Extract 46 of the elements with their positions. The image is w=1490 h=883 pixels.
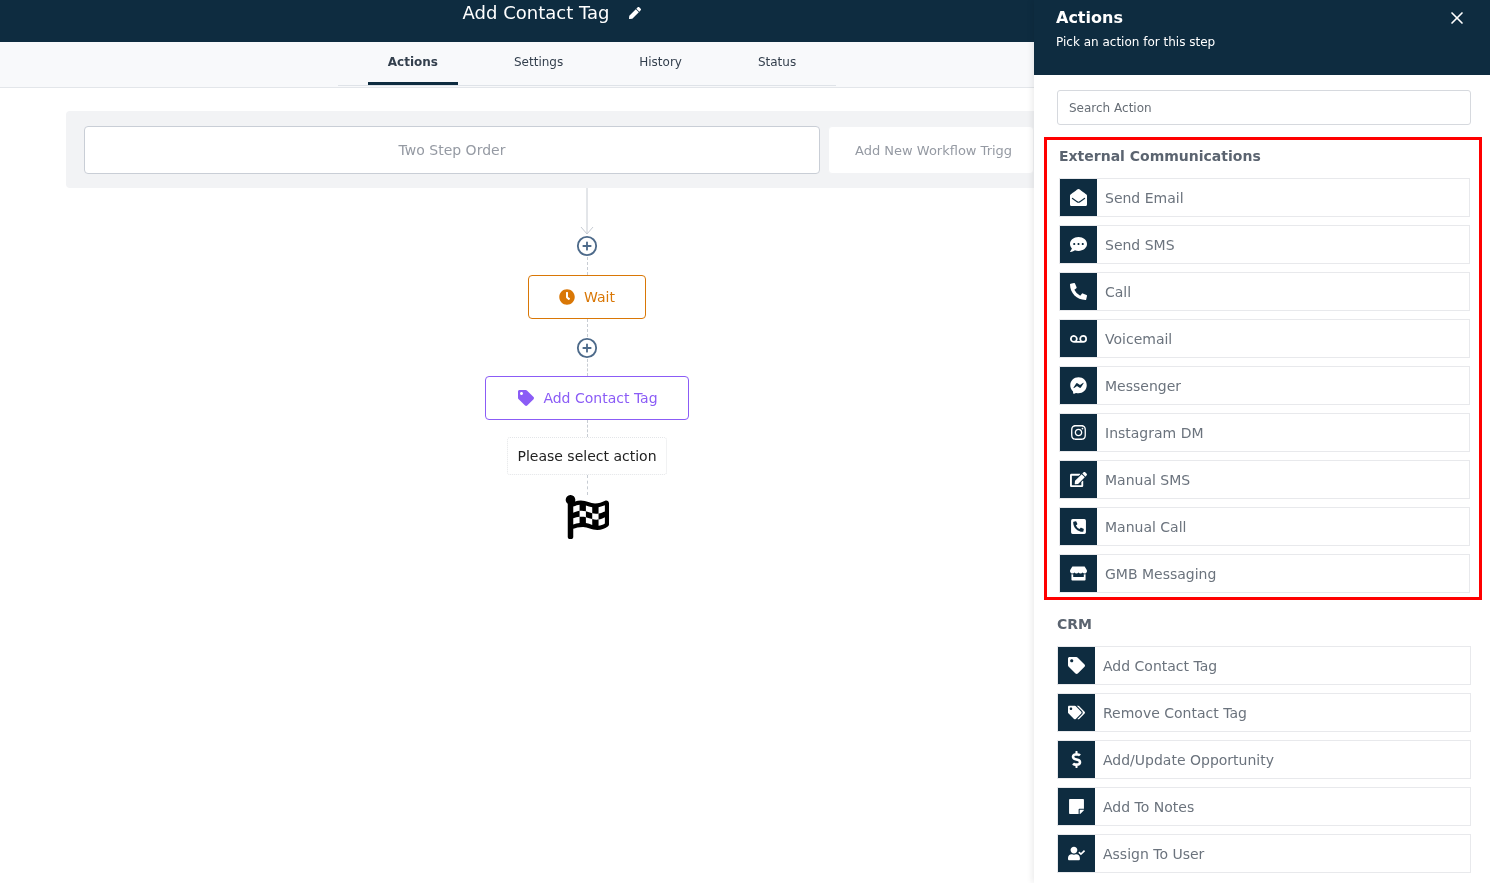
clock-icon — [559, 289, 576, 305]
action-item[interactable]: Send Email — [1059, 178, 1470, 217]
action-item[interactable]: Add/Update Opportunity — [1057, 740, 1471, 779]
chat-bubble-icon — [1070, 236, 1087, 253]
tab[interactable]: History — [619, 42, 702, 85]
phone-icon — [1070, 283, 1087, 300]
tab[interactable]: Actions — [367, 42, 458, 85]
tag-icon — [1068, 657, 1085, 674]
add-step-icon[interactable] — [576, 235, 598, 257]
action-item[interactable]: Messenger — [1059, 366, 1470, 405]
action-item[interactable]: Add To Notes — [1057, 787, 1471, 826]
envelope-icon — [1070, 189, 1087, 206]
add-step-icon[interactable] — [576, 337, 598, 359]
action-item[interactable]: GMB Messaging — [1059, 554, 1470, 593]
node-label: Wait — [584, 289, 615, 305]
workflow-title: Add Contact Tag — [462, 2, 610, 23]
action-item[interactable]: Voicemail — [1059, 319, 1470, 358]
action-item[interactable]: Add Contact Tag — [1057, 646, 1471, 685]
node-label: Add Contact Tag — [543, 390, 658, 406]
action-item[interactable]: Remove Contact Tag — [1057, 693, 1471, 732]
trigger-card[interactable]: Two Step Order — [84, 126, 820, 174]
tab[interactable]: Status — [737, 42, 817, 85]
note-icon — [1068, 798, 1085, 815]
action-item[interactable]: Assign To User — [1057, 834, 1471, 873]
action-item[interactable]: Call — [1059, 272, 1470, 311]
action-node[interactable]: Add Contact Tag — [485, 376, 689, 420]
section-heading: External Communications — [1059, 148, 1262, 166]
instagram-icon — [1070, 424, 1087, 441]
trigger-card[interactable]: Add New Workflow Trigg — [828, 126, 1034, 174]
panel-subtitle: Pick an action for this step — [1056, 35, 1216, 49]
section-heading: CRM — [1057, 616, 1093, 634]
action-item[interactable]: Manual Call — [1059, 507, 1470, 546]
storefront-icon — [1070, 565, 1087, 582]
edit-icon[interactable] — [629, 7, 642, 19]
wait-node[interactable]: Wait — [528, 275, 646, 319]
checkered-flag-icon — [565, 495, 609, 539]
action-item[interactable]: Send SMS — [1059, 225, 1470, 264]
search-field[interactable]: Search Action — [1057, 90, 1471, 125]
action-item[interactable]: Instagram DM — [1059, 413, 1470, 452]
tag-icon — [518, 390, 535, 406]
panel-title: Actions — [1056, 8, 1124, 27]
user-check-icon — [1068, 845, 1085, 862]
action-item[interactable]: Manual SMS — [1059, 460, 1470, 499]
messenger-icon — [1070, 377, 1087, 394]
connector-arrow — [580, 188, 594, 235]
tab[interactable]: Settings — [494, 42, 584, 85]
